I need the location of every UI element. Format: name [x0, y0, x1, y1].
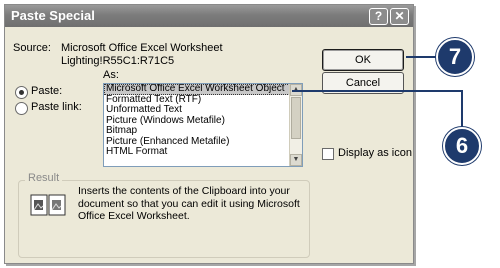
list-callout-line [292, 90, 463, 127]
callout-step-6: 6 [443, 127, 481, 165]
callout-step-7: 7 [436, 38, 474, 76]
callout-lines [292, 56, 463, 127]
